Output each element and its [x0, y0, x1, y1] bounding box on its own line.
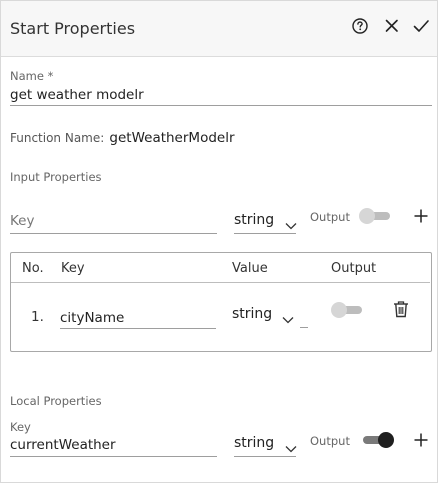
add-input-property-icon[interactable]: [413, 208, 429, 224]
chevron-down-icon: [285, 439, 297, 453]
row-number: 1.: [31, 309, 44, 325]
input-key-underline: [10, 233, 217, 234]
toggle-thumb: [378, 432, 394, 448]
check-icon[interactable]: [412, 17, 432, 37]
column-header-value: Value: [232, 261, 268, 276]
input-type-value: string: [234, 212, 275, 228]
local-key-input[interactable]: currentWeather: [10, 437, 116, 453]
toggle-thumb: [359, 208, 375, 224]
row-key-input[interactable]: cityName: [60, 310, 124, 326]
row-type-underline: [300, 327, 308, 328]
local-type-value: string: [234, 435, 275, 451]
input-output-label: Output: [310, 210, 350, 224]
local-properties-title: Local Properties: [10, 394, 102, 408]
toggle-thumb: [331, 302, 347, 318]
local-output-toggle[interactable]: [360, 432, 394, 448]
input-properties-title: Input Properties: [10, 170, 102, 184]
input-type-select[interactable]: string: [234, 210, 297, 234]
row-output-toggle[interactable]: [331, 302, 365, 318]
name-label: Name *: [10, 69, 54, 83]
table-header-divider: [11, 282, 430, 283]
name-input-underline: [10, 105, 432, 106]
input-output-toggle[interactable]: [359, 208, 393, 224]
chevron-down-icon: [282, 310, 294, 324]
function-name-value: getWeatherModelr: [109, 130, 235, 146]
panel-header: Start Properties: [1, 1, 437, 57]
name-input[interactable]: get weather modelr: [10, 87, 144, 103]
input-properties-table: No. Key Value Output 1. cityName string: [10, 252, 432, 352]
row-type-select[interactable]: string: [232, 304, 308, 328]
column-header-output: Output: [331, 261, 377, 276]
input-type-underline: [234, 233, 296, 234]
help-icon[interactable]: [351, 17, 371, 37]
function-name-row: Function Name: getWeatherModelr: [10, 127, 235, 146]
trash-icon[interactable]: [391, 299, 411, 319]
add-local-property-icon[interactable]: [413, 432, 429, 448]
input-key-field[interactable]: Key: [10, 213, 34, 229]
close-icon[interactable]: [383, 17, 403, 37]
row-key-underline: [60, 328, 216, 329]
local-type-underline: [234, 456, 296, 457]
local-type-select[interactable]: string: [234, 433, 297, 457]
function-name-label: Function Name:: [10, 131, 105, 145]
column-header-no: No.: [22, 261, 44, 276]
chevron-down-icon: [285, 216, 297, 230]
local-key-label: Key: [10, 420, 31, 434]
local-key-underline: [10, 456, 217, 457]
start-properties-panel: Start Properties Name * get weather mode…: [0, 0, 438, 483]
row-type-value: string: [232, 306, 273, 322]
column-header-key: Key: [61, 261, 85, 276]
local-output-label: Output: [310, 434, 350, 448]
panel-title: Start Properties: [10, 19, 136, 38]
